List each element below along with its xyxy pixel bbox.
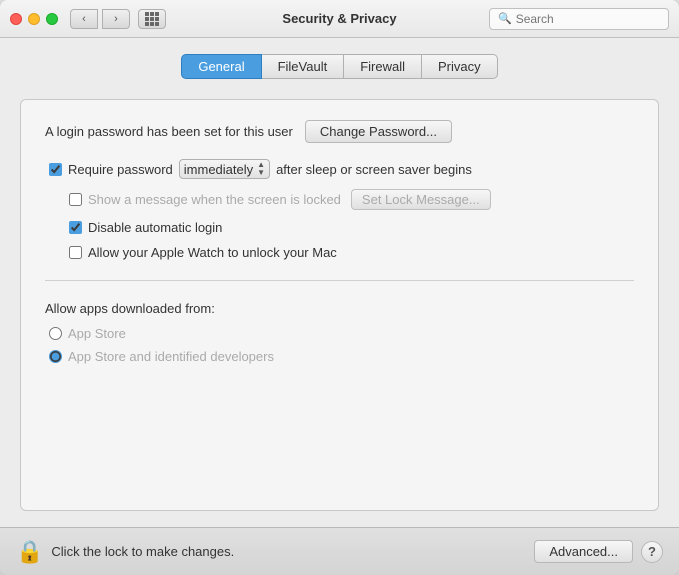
app-store-label: App Store bbox=[68, 326, 126, 341]
lock-label: Click the lock to make changes. bbox=[51, 544, 534, 559]
login-row: A login password has been set for this u… bbox=[45, 120, 634, 143]
back-button[interactable]: ‹ bbox=[70, 9, 98, 29]
stepper-arrows: ▲ ▼ bbox=[257, 161, 265, 177]
disable-auto-login-row: Disable automatic login bbox=[45, 220, 634, 235]
app-store-radio[interactable] bbox=[49, 327, 62, 340]
search-input[interactable] bbox=[516, 12, 660, 26]
arrow-down-icon: ▼ bbox=[257, 169, 265, 177]
help-button[interactable]: ? bbox=[641, 541, 663, 563]
tab-filevault[interactable]: FileVault bbox=[262, 54, 345, 79]
app-store-identified-label: App Store and identified developers bbox=[68, 349, 274, 364]
app-store-identified-radio[interactable] bbox=[49, 350, 62, 363]
grid-view-button[interactable] bbox=[138, 9, 166, 29]
immediately-dropdown[interactable]: immediately ▲ ▼ bbox=[179, 159, 270, 179]
grid-icon bbox=[145, 12, 159, 26]
advanced-button[interactable]: Advanced... bbox=[534, 540, 633, 563]
login-label: A login password has been set for this u… bbox=[45, 124, 293, 139]
app-store-only-row: App Store bbox=[45, 326, 634, 341]
change-password-button[interactable]: Change Password... bbox=[305, 120, 452, 143]
apple-watch-row: Allow your Apple Watch to unlock your Ma… bbox=[45, 245, 634, 260]
require-password-checkbox[interactable] bbox=[49, 163, 62, 176]
content-area: General FileVault Firewall Privacy A log… bbox=[0, 38, 679, 527]
allow-apps-section: Allow apps downloaded from: App Store Ap… bbox=[45, 301, 634, 364]
require-password-row: Require password immediately ▲ ▼ after s… bbox=[45, 159, 634, 179]
search-icon: 🔍 bbox=[498, 12, 512, 25]
titlebar: ‹ › Security & Privacy 🔍 bbox=[0, 0, 679, 38]
maximize-button[interactable] bbox=[46, 13, 58, 25]
nav-buttons: ‹ › bbox=[70, 9, 130, 29]
lock-icon: 🔒 bbox=[16, 539, 43, 565]
app-store-identified-row: App Store and identified developers bbox=[45, 349, 634, 364]
settings-panel: A login password has been set for this u… bbox=[20, 99, 659, 511]
require-password-label-after: after sleep or screen saver begins bbox=[276, 162, 472, 177]
minimize-button[interactable] bbox=[28, 13, 40, 25]
search-box[interactable]: 🔍 bbox=[489, 8, 669, 30]
forward-button[interactable]: › bbox=[102, 9, 130, 29]
show-message-row: Show a message when the screen is locked… bbox=[45, 189, 634, 210]
dropdown-value: immediately bbox=[184, 162, 253, 177]
traffic-lights bbox=[10, 13, 58, 25]
apple-watch-label: Allow your Apple Watch to unlock your Ma… bbox=[88, 245, 337, 260]
require-password-label-before: Require password bbox=[68, 162, 173, 177]
allow-apps-label: Allow apps downloaded from: bbox=[45, 301, 634, 316]
show-message-label: Show a message when the screen is locked bbox=[88, 192, 341, 207]
show-message-checkbox[interactable] bbox=[69, 193, 82, 206]
apple-watch-checkbox[interactable] bbox=[69, 246, 82, 259]
divider bbox=[45, 280, 634, 281]
disable-auto-login-checkbox[interactable] bbox=[69, 221, 82, 234]
close-button[interactable] bbox=[10, 13, 22, 25]
bottom-bar: 🔒 Click the lock to make changes. Advanc… bbox=[0, 527, 679, 575]
window-title: Security & Privacy bbox=[282, 11, 396, 26]
tab-privacy[interactable]: Privacy bbox=[422, 54, 498, 79]
window: ‹ › Security & Privacy 🔍 General FileVau… bbox=[0, 0, 679, 575]
set-lock-message-button[interactable]: Set Lock Message... bbox=[351, 189, 491, 210]
tab-firewall[interactable]: Firewall bbox=[344, 54, 422, 79]
tab-general[interactable]: General bbox=[181, 54, 261, 79]
tab-bar: General FileVault Firewall Privacy bbox=[20, 54, 659, 79]
disable-auto-login-label: Disable automatic login bbox=[88, 220, 222, 235]
